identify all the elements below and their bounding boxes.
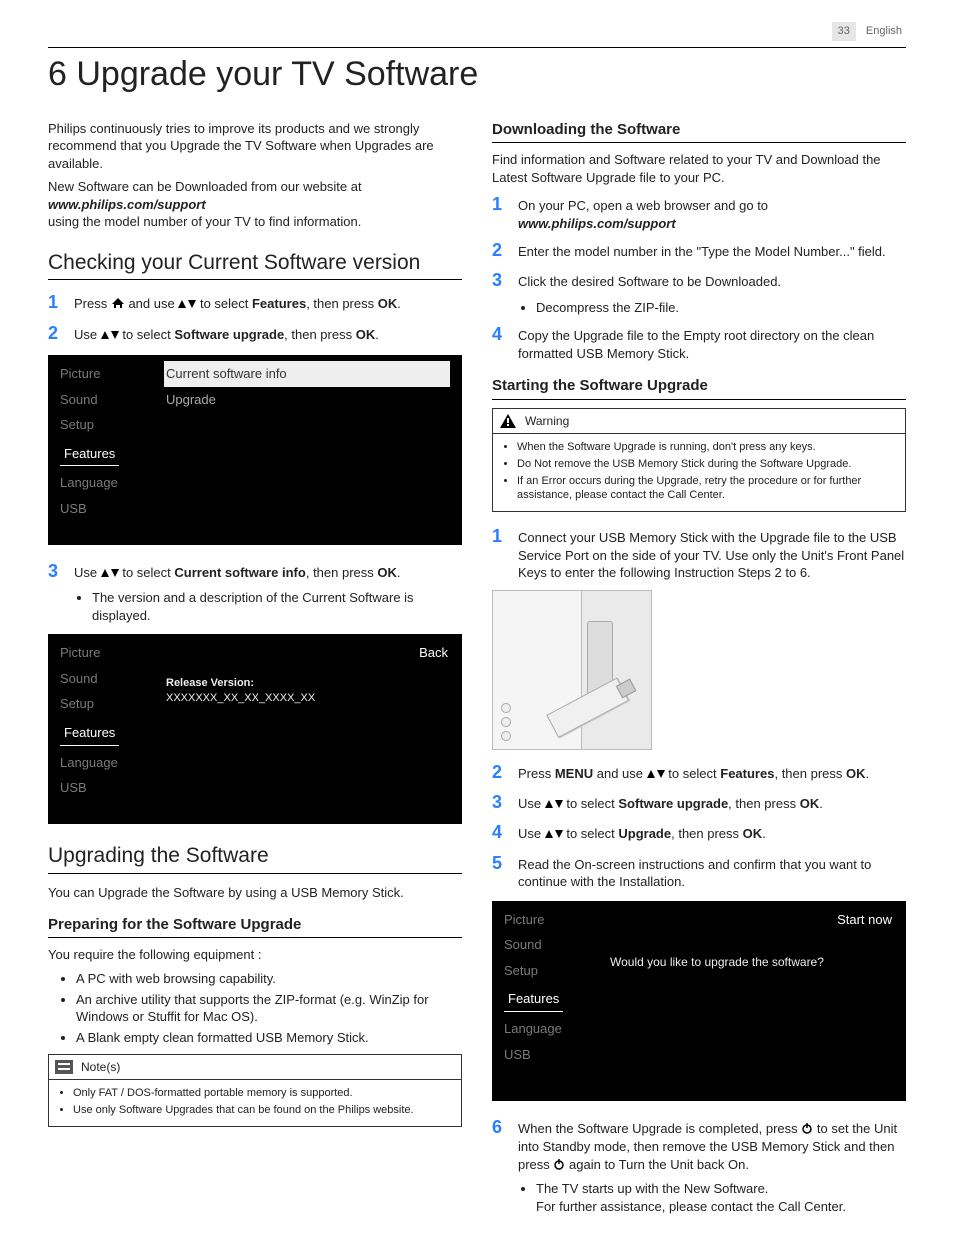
left-column: Philips continuously tries to improve it… <box>48 120 462 1216</box>
heading-downloading: Downloading the Software <box>492 120 906 143</box>
menu-screenshot-2: Picture Sound Setup Features Language US… <box>48 634 462 824</box>
heading-upgrading: Upgrading the Software <box>48 842 462 873</box>
release-value: XXXXXXX_XX_XX_XXXX_XX <box>166 692 315 704</box>
power-icon <box>553 1157 565 1175</box>
menu-sound: Sound <box>58 387 158 413</box>
support-url: www.philips.com/support <box>518 216 676 231</box>
release-label: Release Version: <box>166 677 254 689</box>
up-down-icon <box>178 296 196 314</box>
menu-usb: USB <box>58 496 158 522</box>
dl-step-2: 2 Enter the model number in the "Type th… <box>492 238 906 262</box>
start-step-1: 1 Connect your USB Memory Stick with the… <box>492 524 906 582</box>
menu-picture: Picture <box>58 361 158 387</box>
menu-current-software-info: Current software info <box>164 361 450 387</box>
note-icon <box>55 1060 73 1074</box>
menu-setup: Setup <box>58 412 158 438</box>
menu-upgrade: Upgrade <box>164 387 450 413</box>
dl-step-1: 1 On your PC, open a web browser and go … <box>492 192 906 232</box>
up-down-icon <box>545 796 563 814</box>
menu-back: Back <box>164 640 450 666</box>
start-step-3: 3 Use to select Software upgrade, then p… <box>492 790 906 814</box>
right-column: Downloading the Software Find informatio… <box>492 120 906 1216</box>
start-step-6: 6 When the Software Upgrade is completed… <box>492 1115 906 1175</box>
up-down-icon <box>101 565 119 583</box>
dl-step-4: 4 Copy the Upgrade file to the Empty roo… <box>492 322 906 362</box>
up-down-icon <box>101 327 119 345</box>
heading-starting: Starting the Software Upgrade <box>492 376 906 399</box>
downloading-intro: Find information and Software related to… <box>492 151 906 186</box>
menu-features: Features <box>60 442 119 467</box>
check-step-2: 2 Use to select Software upgrade, then p… <box>48 321 462 345</box>
notes-label: Note(s) <box>81 1059 120 1075</box>
page-header: 33 English <box>48 22 906 41</box>
prep-intro: You require the following equipment : <box>48 946 462 964</box>
power-icon <box>801 1121 813 1139</box>
heading-preparing: Preparing for the Software Upgrade <box>48 915 462 938</box>
warning-box: Warning When the Software Upgrade is run… <box>492 408 906 513</box>
check-step-3: 3 Use to select Current software info, t… <box>48 559 462 583</box>
up-down-icon <box>647 766 665 784</box>
home-icon <box>111 296 125 314</box>
page-title: 6 Upgrade your TV Software <box>48 47 906 98</box>
warning-icon <box>499 413 517 429</box>
intro-download: New Software can be Downloaded from our … <box>48 178 462 231</box>
menu-screenshot-3: Picture Sound Setup Features Language US… <box>492 901 906 1101</box>
support-url: www.philips.com/support <box>48 197 206 212</box>
check-step-3-bullet: The version and a description of the Cur… <box>92 589 462 624</box>
start-step-4: 4 Use to select Upgrade, then press OK. <box>492 820 906 844</box>
start-step-5: 5 Read the On-screen instructions and co… <box>492 851 906 891</box>
menu-upgrade-question: Would you like to upgrade the software? <box>608 950 894 974</box>
prep-list: A PC with web browsing capability. An ar… <box>48 970 462 1046</box>
check-step-1: 1 Press and use to select Features, then… <box>48 290 462 314</box>
menu-start-now: Start now <box>608 907 894 933</box>
upgrading-intro: You can Upgrade the Software by using a … <box>48 884 462 902</box>
start-step-2: 2 Press MENU and use to select Features,… <box>492 760 906 784</box>
notes-box: Note(s) Only FAT / DOS-formatted portabl… <box>48 1054 462 1127</box>
warning-label: Warning <box>525 413 569 429</box>
heading-checking: Checking your Current Software version <box>48 249 462 280</box>
intro-paragraph: Philips continuously tries to improve it… <box>48 120 462 173</box>
usb-illustration <box>492 590 652 750</box>
page-language: English <box>862 22 906 41</box>
page-number: 33 <box>832 22 856 41</box>
menu-language: Language <box>58 470 158 496</box>
dl-step-3: 3 Click the desired Software to be Downl… <box>492 268 906 292</box>
up-down-icon <box>545 826 563 844</box>
menu-screenshot-1: Picture Sound Setup Features Language US… <box>48 355 462 545</box>
